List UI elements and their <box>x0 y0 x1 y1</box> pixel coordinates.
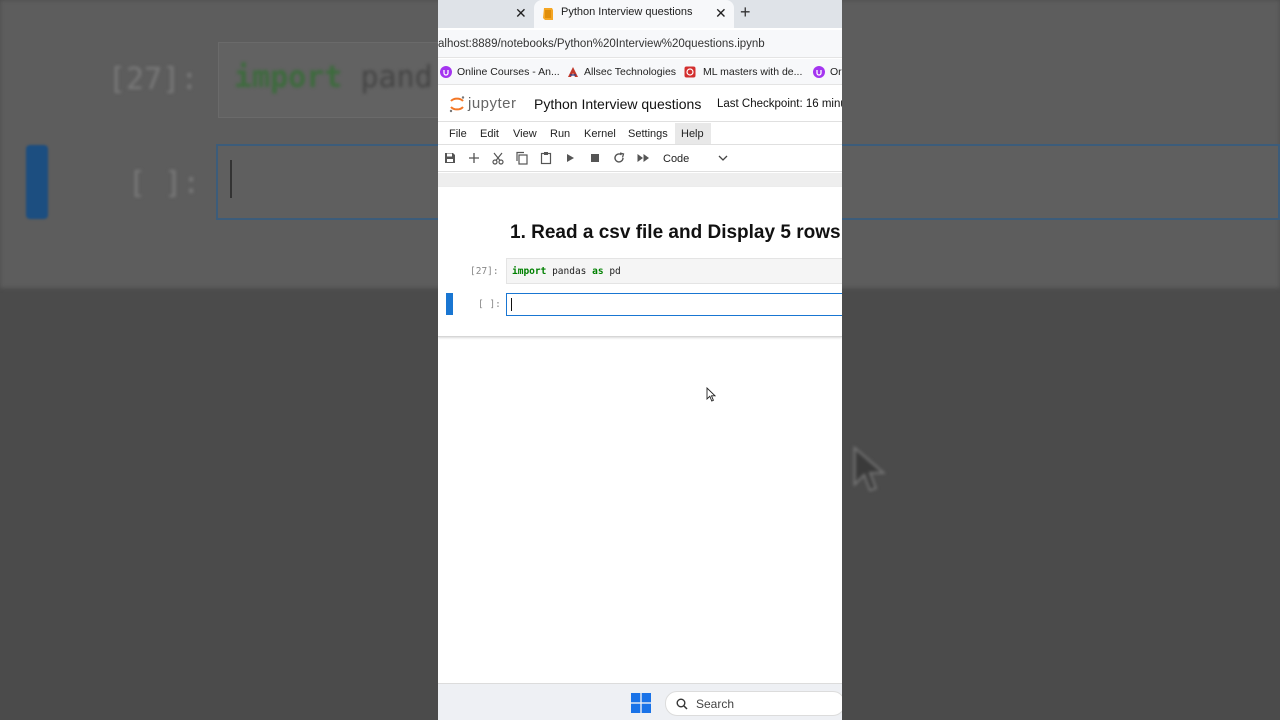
tab-title: Python Interview questions <box>561 6 693 18</box>
run-all-icon[interactable] <box>636 151 650 165</box>
code-keyword-import: import <box>512 266 547 277</box>
stop-icon[interactable] <box>588 151 602 165</box>
jupyter-logo-icon[interactable] <box>448 95 466 113</box>
cell-prompt-empty: [ ]: <box>478 299 501 310</box>
bookmark-allsec-technologies[interactable]: Allsec Technologies <box>584 66 676 78</box>
menu-settings[interactable]: Settings <box>628 128 668 140</box>
menu-run[interactable]: Run <box>550 128 570 140</box>
jupyter-header: jupyter Python Interview questions Last … <box>438 88 842 120</box>
code-alias: pd <box>609 266 621 277</box>
background-code-keyword: import <box>234 60 343 95</box>
search-label: Search <box>696 697 735 711</box>
chevron-down-icon[interactable] <box>718 154 728 162</box>
udemy-icon <box>440 66 452 78</box>
taskbar-search[interactable]: Search <box>665 691 842 716</box>
code-line: import pandas as pd <box>512 266 621 277</box>
search-icon <box>676 698 688 710</box>
menu-edit[interactable]: Edit <box>480 128 499 140</box>
background-mouse-cursor-icon <box>853 446 887 492</box>
notebook-top-gap <box>438 173 842 187</box>
notebook-title[interactable]: Python Interview questions <box>534 96 701 112</box>
bookmark-ml-masters[interactable]: ML masters with de... <box>703 66 802 78</box>
code-keyword-as: as <box>592 266 604 277</box>
restart-icon[interactable] <box>612 151 626 165</box>
paste-icon[interactable] <box>539 151 553 165</box>
run-icon[interactable] <box>563 151 577 165</box>
code-cell-import[interactable]: import pandas as pd <box>506 258 842 284</box>
previous-tab-close-icon[interactable]: ✕ <box>515 5 527 22</box>
menu-bar: File Edit View Run Kernel Settings Help <box>438 121 842 145</box>
ml-masters-icon <box>684 66 696 78</box>
bookmark-truncated[interactable]: Or <box>830 66 842 78</box>
address-url[interactable]: alhost:8889/notebooks/Python%20Interview… <box>438 38 765 50</box>
bookmark-online-courses[interactable]: Online Courses - An... <box>457 66 560 78</box>
save-icon[interactable] <box>443 151 457 165</box>
cell-prompt-executed: [27]: <box>470 266 499 277</box>
code-cell-input-active[interactable] <box>506 293 842 316</box>
new-tab-icon[interactable]: + <box>740 2 751 23</box>
mouse-cursor-icon <box>706 387 716 402</box>
windows-taskbar: Search <box>438 683 842 720</box>
tab-close-icon[interactable]: ✕ <box>715 5 727 22</box>
text-caret <box>511 298 512 311</box>
background-caret <box>230 160 232 198</box>
menu-kernel[interactable]: Kernel <box>584 128 616 140</box>
code-module-name: pandas <box>552 266 587 277</box>
notebook-favicon-icon <box>543 8 553 20</box>
notebook-panel: 1. Read a csv file and Display 5 rows [2… <box>438 187 842 337</box>
background-code-text: import pand <box>234 60 433 95</box>
tab-bar: ✕ Python Interview questions ✕ + <box>438 0 842 28</box>
bookmarks-bar: Online Courses - An... Allsec Technologi… <box>438 59 842 85</box>
udemy-icon <box>813 66 825 78</box>
background-code-rest: pand <box>360 60 433 95</box>
notebook-toolbar: Code <box>438 146 842 172</box>
address-bar[interactable]: alhost:8889/notebooks/Python%20Interview… <box>438 30 842 58</box>
browser-window: ✕ Python Interview questions ✕ + alhost:… <box>438 0 842 720</box>
windows-start-icon[interactable] <box>631 693 651 713</box>
menu-help[interactable]: Help <box>681 128 704 140</box>
copy-icon[interactable] <box>515 151 529 165</box>
active-cell-indicator <box>446 293 453 315</box>
jupyter-logo-text: jupyter <box>468 95 517 112</box>
background-active-cell-bar <box>26 145 48 219</box>
menu-file[interactable]: File <box>449 128 467 140</box>
markdown-heading[interactable]: 1. Read a csv file and Display 5 rows <box>510 222 841 244</box>
background-prompt-empty: [ ]: <box>128 166 201 201</box>
menu-view[interactable]: View <box>513 128 537 140</box>
cell-type-select[interactable]: Code <box>663 153 689 165</box>
add-cell-icon[interactable] <box>467 151 481 165</box>
background-prompt-executed: [27]: <box>108 62 199 97</box>
screen: [27]: import pand [ ]: ✕ Python Intervie… <box>0 0 1280 720</box>
allsec-icon <box>568 67 578 77</box>
last-checkpoint: Last Checkpoint: 16 minu <box>717 98 842 110</box>
cut-icon[interactable] <box>491 151 505 165</box>
tab-python-interview-questions[interactable]: Python Interview questions ✕ <box>534 0 734 28</box>
